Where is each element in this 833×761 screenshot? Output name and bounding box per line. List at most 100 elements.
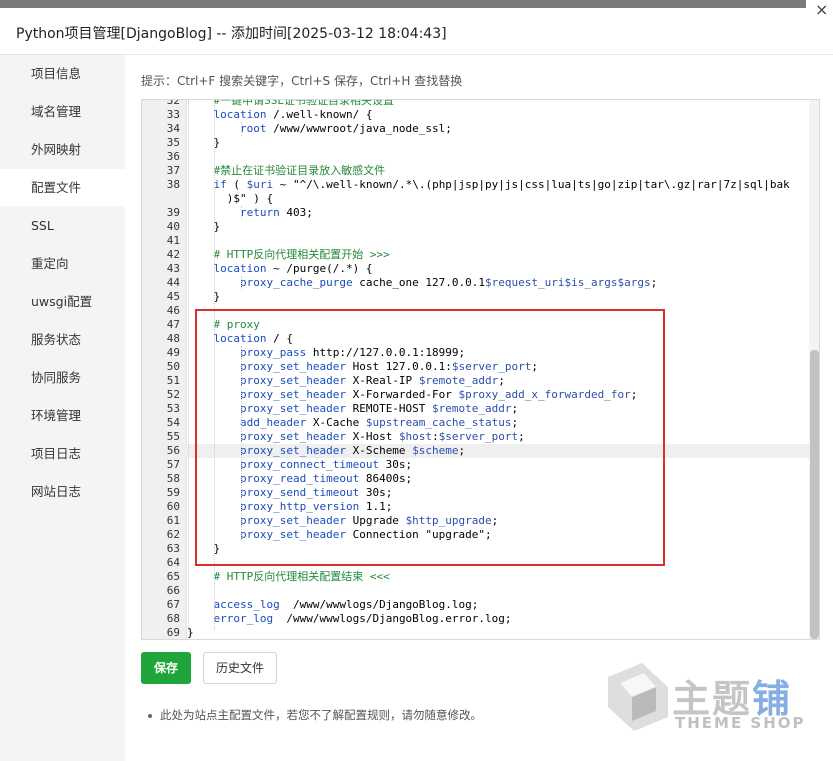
code-line[interactable]: 36 (142, 150, 810, 164)
sidebar-item[interactable]: 协同服务 (0, 359, 125, 396)
code-line[interactable]: 34 root /www/wwwroot/java_node_ssl; (142, 122, 810, 136)
code-text[interactable]: )$" ) { (187, 192, 273, 206)
indent-guide (241, 122, 242, 136)
sidebar: 项目信息 域名管理 外网映射 配置文件 SSL 重定向 uwsgi配置 服务状态 协同服务 环境管… (0, 55, 125, 761)
line-number: 58 (166, 472, 180, 485)
code-text[interactable]: root /www/wwwroot/java_node_ssl; (187, 122, 452, 136)
line-number: 32 (166, 99, 180, 107)
sidebar-item[interactable]: 配置文件 (0, 169, 125, 206)
code-text[interactable]: # HTTP反向代理相关配置开始 >>> (187, 248, 390, 262)
sidebar-item[interactable]: 网站日志 (0, 473, 125, 510)
code-line[interactable]: 32 #一键申请SSL证书验证目录相关设置 (142, 99, 810, 108)
line-number: 61 (166, 514, 180, 527)
line-number: 69 (166, 626, 180, 639)
line-number: 52 (166, 388, 180, 401)
watermark-subtitle: THEME SHOP (675, 714, 806, 732)
sidebar-item[interactable]: 域名管理 (0, 93, 125, 130)
code-line[interactable]: 33 location /.well-known/ { (142, 108, 810, 122)
line-number: 60 (166, 500, 180, 513)
code-text[interactable]: return 403; (187, 206, 313, 220)
code-text[interactable]: #一键申请SSL证书验证目录相关设置 (187, 100, 395, 108)
line-number: 43 (166, 262, 180, 275)
code-text[interactable]: #禁止在证书验证目录放入敏感文件 (187, 164, 386, 178)
editor-hint: 提示：Ctrl+F 搜索关键字，Ctrl+S 保存，Ctrl+H 查找替换 (141, 74, 463, 88)
line-number: 64 (166, 556, 180, 569)
config-warning-text: 此处为站点主配置文件，若您不了解配置规则，请勿随意修改。 (160, 708, 482, 722)
indent-guide (241, 276, 242, 290)
code-text[interactable]: } (187, 136, 220, 150)
line-number: 62 (166, 528, 180, 541)
sidebar-item[interactable]: 项目日志 (0, 435, 125, 472)
line-number: 56 (166, 444, 180, 457)
code-line[interactable]: 43 location ~ /purge(/.*) { (142, 262, 810, 276)
indent-guide (241, 206, 242, 220)
code-text[interactable]: access_log /www/wwwlogs/DjangoBlog.log; (187, 598, 479, 612)
line-number: 35 (166, 136, 180, 149)
code-line[interactable]: 37 #禁止在证书验证目录放入敏感文件 (142, 164, 810, 178)
code-line[interactable]: 67 access_log /www/wwwlogs/DjangoBlog.lo… (142, 598, 810, 612)
code-line[interactable]: 69} (142, 626, 810, 639)
editor-scrollbar-thumb[interactable] (810, 350, 819, 639)
line-number: 42 (166, 248, 180, 261)
sidebar-item[interactable]: uwsgi配置 (0, 283, 125, 320)
line-number: 53 (166, 402, 180, 415)
code-line[interactable]: )$" ) { (142, 192, 810, 206)
line-number: 51 (166, 374, 180, 387)
line-number: 36 (166, 150, 180, 163)
sidebar-item[interactable]: 项目信息 (0, 55, 125, 92)
code-line[interactable]: 42 # HTTP反向代理相关配置开始 >>> (142, 248, 810, 262)
code-text[interactable]: } (187, 290, 220, 304)
code-text[interactable]: if ( $uri ~ "^/\.well-known/.*\.(php|jsp… (187, 178, 790, 192)
sidebar-item[interactable]: 环境管理 (0, 397, 125, 434)
line-number: 48 (166, 332, 180, 345)
line-number: 67 (166, 598, 180, 611)
code-text[interactable]: } (187, 220, 220, 234)
code-line[interactable]: 40 } (142, 220, 810, 234)
line-number: 54 (166, 416, 180, 429)
line-number: 40 (166, 220, 180, 233)
code-line[interactable]: 38 if ( $uri ~ "^/\.well-known/.*\.(php|… (142, 178, 810, 192)
bullet-dot-icon (148, 713, 152, 718)
code-text[interactable]: # HTTP反向代理相关配置结束 <<< (187, 570, 390, 584)
code-text[interactable]: error_log /www/wwwlogs/DjangoBlog.error.… (187, 612, 512, 626)
code-line[interactable]: 41 (142, 234, 810, 248)
code-line[interactable]: 35 } (142, 136, 810, 150)
line-number: 65 (166, 570, 180, 583)
code-line[interactable]: 45 } (142, 290, 810, 304)
line-number: 37 (166, 164, 180, 177)
sidebar-item[interactable]: 服务状态 (0, 321, 125, 358)
proxy-block-highlight-box (195, 309, 665, 566)
code-line[interactable]: 68 error_log /www/wwwlogs/DjangoBlog.err… (142, 612, 810, 626)
config-warning-note: 此处为站点主配置文件，若您不了解配置规则，请勿随意修改。 (148, 707, 482, 723)
line-number: 47 (166, 318, 180, 331)
history-files-button[interactable]: 历史文件 (203, 652, 277, 684)
line-number: 50 (166, 360, 180, 373)
window-top-bar (0, 0, 833, 8)
code-line[interactable]: 66 (142, 584, 810, 598)
line-number: 34 (166, 122, 180, 135)
code-line[interactable]: 65 # HTTP反向代理相关配置结束 <<< (142, 570, 810, 584)
line-number: 63 (166, 542, 180, 555)
sidebar-item[interactable]: 外网映射 (0, 131, 125, 168)
line-number: 49 (166, 346, 180, 359)
line-number: 45 (166, 290, 180, 303)
line-number: 33 (166, 108, 180, 121)
indent-guide (188, 100, 189, 630)
line-number: 39 (166, 206, 180, 219)
sidebar-item[interactable]: 重定向 (0, 245, 125, 282)
code-text[interactable]: proxy_cache_purge cache_one 127.0.0.1$re… (187, 276, 657, 290)
save-button[interactable]: 保存 (141, 652, 191, 684)
window-title-bar: Python项目管理[DjangoBlog] -- 添加时间[2025-03-1… (0, 8, 833, 55)
code-line[interactable]: 39 return 403; (142, 206, 810, 220)
line-number: 41 (166, 234, 180, 247)
code-line[interactable]: 44 proxy_cache_purge cache_one 127.0.0.1… (142, 276, 810, 290)
line-number: 38 (166, 178, 180, 191)
window-title: Python项目管理[DjangoBlog] -- 添加时间[2025-03-1… (16, 26, 447, 42)
sidebar-item[interactable]: SSL (0, 207, 125, 244)
line-number: 59 (166, 486, 180, 499)
theme-shop-logo-icon (608, 663, 668, 731)
line-number: 55 (166, 430, 180, 443)
line-number: 46 (166, 304, 180, 317)
line-number: 57 (166, 458, 180, 471)
line-number: 68 (166, 612, 180, 625)
